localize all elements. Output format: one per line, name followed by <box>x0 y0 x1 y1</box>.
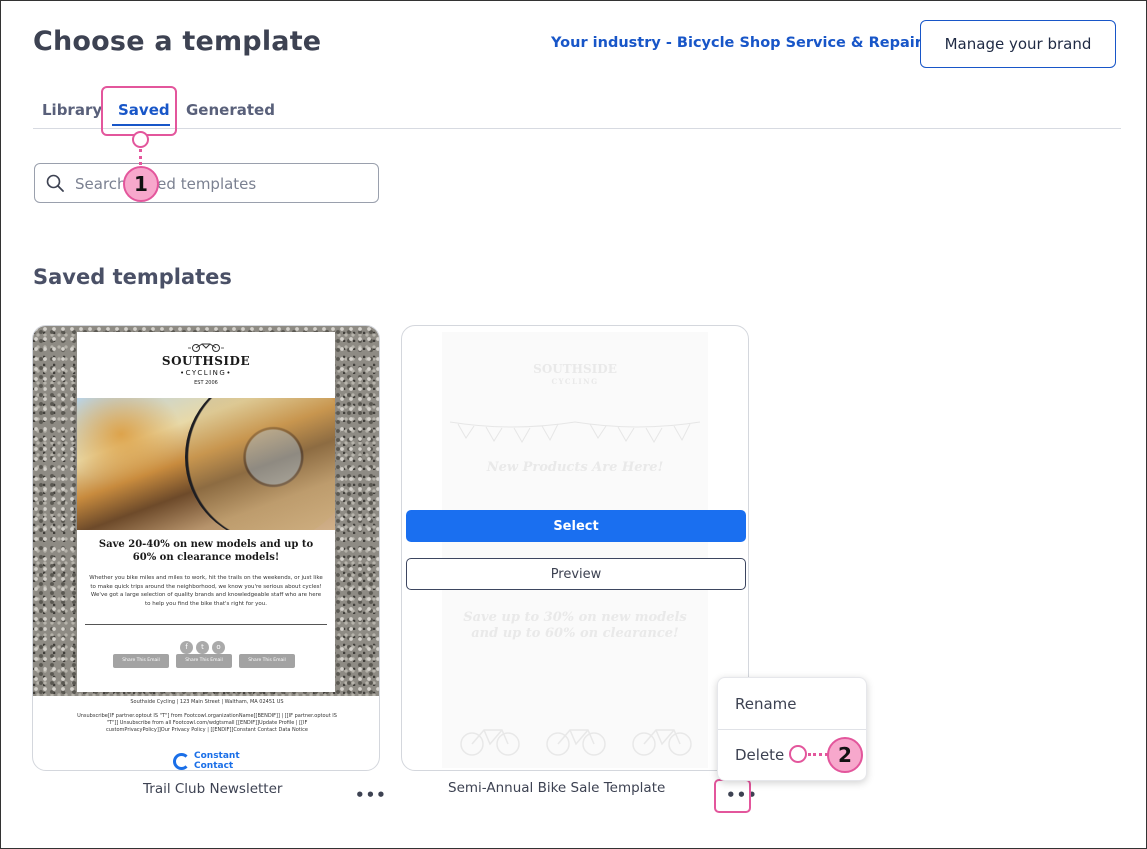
callout-anchor-ring <box>132 131 149 148</box>
search-icon <box>46 174 64 192</box>
faded-logo-subtitle: CYCLING <box>551 377 599 386</box>
share-facebook-button: Share This Email <box>113 654 169 668</box>
facebook-icon: f <box>180 641 193 654</box>
share-x-button: Share This Email <box>176 654 232 668</box>
select-button[interactable]: Select <box>406 510 746 542</box>
menu-item-rename[interactable]: Rename <box>735 695 797 713</box>
callout-connector <box>139 149 142 165</box>
callout-highlight-more-button <box>714 779 751 813</box>
social-icons: fto <box>180 634 234 654</box>
section-title: Saved templates <box>33 265 232 289</box>
email-footer-links: Unsubscribe[IF partner.optout IS "T"] fr… <box>77 713 337 733</box>
preview-button[interactable]: Preview <box>406 558 746 590</box>
share-buttons: Share This Email Share This Email Share … <box>113 654 303 668</box>
email-footer-address: Southside Cycling | 123 Main Street | Wa… <box>130 699 284 705</box>
instagram-icon: o <box>212 641 225 654</box>
constant-contact-icon <box>173 753 190 770</box>
constant-contact-line2: Contact <box>194 761 234 771</box>
industry-link[interactable]: Your industry - Bicycle Shop Service & R… <box>551 35 922 51</box>
template-card[interactable]: SOUTHSIDE CYCLING New Products Are Here!… <box>401 325 749 771</box>
template-card[interactable]: SOUTHSIDE •CYCLING• EST 2006 Save 20-40%… <box>32 325 380 771</box>
constant-contact-logo: Constant Contact <box>173 751 253 771</box>
card-name: Semi-Annual Bike Sale Template <box>448 780 666 796</box>
logo-subtitle: •CYCLING• <box>180 369 232 377</box>
logo-title: SOUTHSIDE <box>161 354 251 368</box>
tab-library[interactable]: Library <box>42 101 102 119</box>
search-box[interactable] <box>34 163 379 203</box>
bunting-decoration <box>450 421 700 444</box>
page-title: Choose a template <box>33 26 322 57</box>
email-preview-faded: SOUTHSIDE CYCLING New Products Are Here!… <box>442 332 708 768</box>
callout-anchor-ring <box>789 745 807 763</box>
bicycle-icon <box>188 343 224 352</box>
logo-established: EST 2006 <box>194 380 218 386</box>
menu-item-delete[interactable]: Delete <box>735 746 784 764</box>
email-body: Whether you bike miles and miles to work… <box>89 575 323 607</box>
faded-headline: New Products Are Here! <box>486 460 664 475</box>
bicycle-icons-row <box>460 729 692 756</box>
manage-brand-button[interactable]: Manage your brand <box>920 20 1116 68</box>
callout-connector <box>808 753 828 756</box>
email-preview: SOUTHSIDE •CYCLING• EST 2006 Save 20-40%… <box>77 332 335 692</box>
share-linkedin-button: Share This Email <box>239 654 295 668</box>
hero-image <box>77 398 335 530</box>
email-divider <box>85 624 327 625</box>
menu-divider <box>718 729 866 730</box>
more-options-button[interactable]: ••• <box>355 788 387 803</box>
hero-trees <box>77 398 187 488</box>
callout-number-1: 1 <box>123 166 159 202</box>
constant-contact-line1: Constant <box>194 751 240 761</box>
card-name: Trail Club Newsletter <box>143 781 283 797</box>
faded-sale-text: Save up to 30% on new models and up to 6… <box>463 610 687 641</box>
faded-logo-title: SOUTHSIDE <box>533 362 617 376</box>
callout-number-2: 2 <box>827 737 863 773</box>
search-input[interactable] <box>75 172 365 196</box>
tabs-divider <box>33 128 1121 129</box>
callout-highlight-saved-tab <box>101 86 177 136</box>
twitter-icon: t <box>196 641 209 654</box>
tab-generated[interactable]: Generated <box>186 101 275 119</box>
bike-wheel-image <box>185 398 335 530</box>
email-headline: Save 20-40% on new models and up to 60% … <box>98 539 314 563</box>
